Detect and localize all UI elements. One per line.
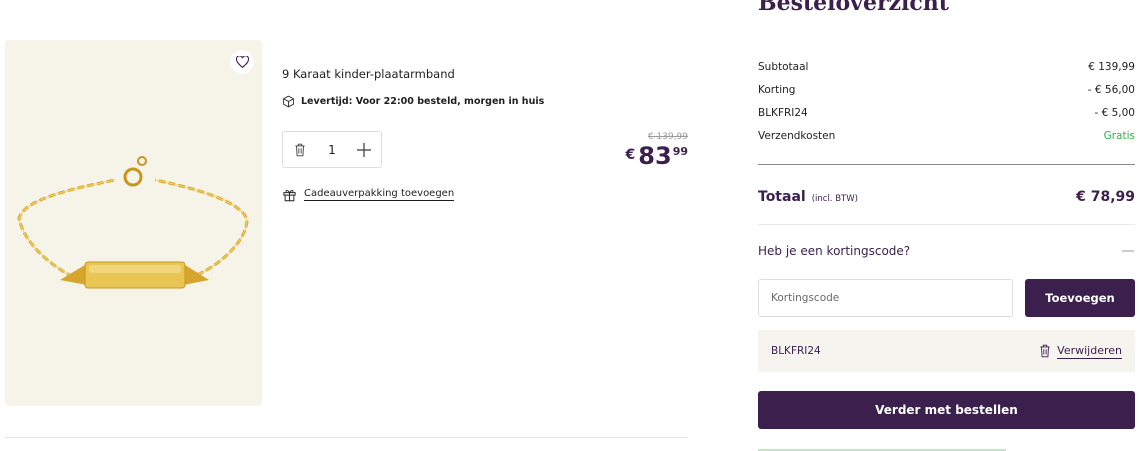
summary-row-label: BLKFRI24 <box>758 107 808 119</box>
summary-row-value: € 139,99 <box>1088 61 1135 73</box>
quantity-value[interactable]: 1 <box>317 143 347 157</box>
trash-icon <box>295 143 305 156</box>
remove-item-button[interactable] <box>283 143 317 157</box>
summary-row-value: - € 56,00 <box>1087 84 1135 96</box>
summary-row-subtotal: Subtotaal € 139,99 <box>758 61 1135 73</box>
total-row: Totaal (incl. BTW) € 78,99 <box>758 186 1135 205</box>
gift-wrap-label[interactable]: Cadeauverpakking toevoegen <box>304 188 455 201</box>
delivery-info: Levertijd: Voor 22:00 besteld, morgen in… <box>282 95 544 108</box>
plus-icon <box>357 142 371 157</box>
applied-code-text: BLKFRI24 <box>771 345 821 357</box>
summary-divider <box>758 164 1135 165</box>
summary-row-label: Verzendkosten <box>758 130 836 142</box>
total-label-group: Totaal (incl. BTW) <box>758 186 858 205</box>
gift-wrap-link[interactable]: Cadeauverpakking toevoegen <box>282 187 455 202</box>
remove-code-label[interactable]: Verwijderen <box>1057 344 1122 359</box>
summary-row-value: - € 5,00 <box>1094 107 1135 119</box>
trash-icon <box>1040 344 1050 358</box>
package-icon <box>283 95 294 108</box>
summary-row-label: Subtotaal <box>758 61 809 73</box>
total-value: € 78,99 <box>1076 189 1135 205</box>
discount-code-toggle[interactable]: Heb je een kortingscode? — <box>758 243 1135 259</box>
remove-code-button[interactable]: Verwijderen <box>1039 344 1122 359</box>
quantity-stepper[interactable]: 1 <box>282 131 382 168</box>
heart-icon <box>235 56 249 68</box>
discount-code-input[interactable] <box>758 279 1013 317</box>
price-cents: 99 <box>672 145 688 158</box>
price-main: 83 <box>638 142 672 170</box>
bracelet-image <box>17 156 249 289</box>
summary-row-label: Korting <box>758 84 796 96</box>
delivery-text: Levertijd: Voor 22:00 besteld, morgen in… <box>301 96 545 107</box>
applied-code-row: BLKFRI24 Verwijderen <box>758 330 1135 372</box>
discount-question[interactable]: Heb je een kortingscode? <box>758 244 910 258</box>
shipping-free-value: Gratis <box>1103 130 1135 142</box>
sale-price: € 83 99 <box>626 142 688 170</box>
summary-row-code: BLKFRI24 - € 5,00 <box>758 107 1135 119</box>
summary-divider <box>758 224 1135 225</box>
summary-row-shipping: Verzendkosten Gratis <box>758 130 1135 142</box>
total-label: Totaal <box>758 189 806 205</box>
apply-code-button[interactable]: Toevoegen <box>1025 279 1135 317</box>
divider <box>5 437 688 438</box>
total-vat-note: (incl. BTW) <box>811 194 858 204</box>
original-price: € 139,99 <box>647 132 688 142</box>
checkout-button[interactable]: Verder met bestellen <box>758 391 1135 429</box>
summary-title: Besteloverzicht <box>758 0 949 16</box>
product-image[interactable] <box>5 40 262 406</box>
product-name[interactable]: 9 Karaat kinder-plaatarmband <box>282 67 455 81</box>
increase-quantity-button[interactable] <box>347 142 381 157</box>
collapse-icon[interactable]: — <box>1121 243 1135 259</box>
wishlist-button[interactable] <box>230 50 254 74</box>
summary-row-discount: Korting - € 56,00 <box>758 84 1135 96</box>
gift-icon <box>283 189 296 202</box>
price-currency: € <box>625 147 636 163</box>
